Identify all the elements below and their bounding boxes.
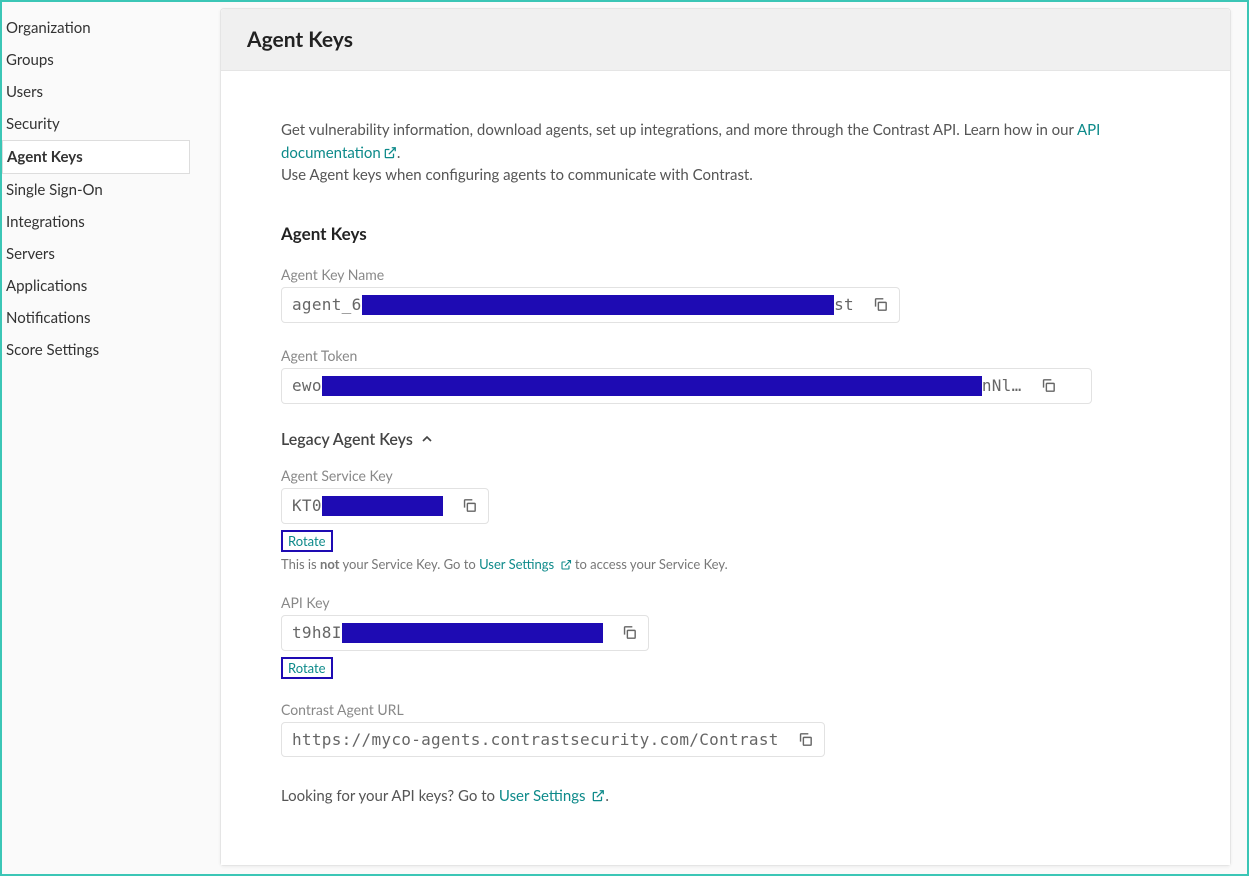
external-link-icon — [383, 146, 397, 160]
agent-token-label: Agent Token — [281, 347, 1170, 364]
copy-icon[interactable] — [621, 624, 638, 641]
user-settings-link[interactable]: User Settings — [479, 556, 571, 572]
sidebar-item-agent-keys[interactable]: Agent Keys — [2, 140, 190, 174]
external-link-icon — [591, 789, 605, 803]
rotate-service-key-button[interactable]: Rotate — [281, 530, 333, 552]
sidebar-item-notifications[interactable]: Notifications — [2, 302, 190, 334]
legacy-title: Legacy Agent Keys — [281, 430, 413, 449]
sidebar-item-integrations[interactable]: Integrations — [2, 206, 190, 238]
api-key-field: t9h8I — [281, 615, 649, 651]
intro-text: Get vulnerability information, download … — [281, 119, 1170, 187]
sidebar: Organization Groups Users Security Agent… — [2, 2, 220, 874]
sidebar-item-security[interactable]: Security — [2, 108, 190, 140]
sidebar-item-servers[interactable]: Servers — [2, 238, 190, 270]
api-key-label: API Key — [281, 594, 1170, 611]
section-heading: Agent Keys — [281, 223, 1170, 244]
chevron-up-icon — [419, 431, 435, 447]
footer-text: Looking for your API keys? Go to User Se… — [281, 787, 1170, 805]
service-key-label: Agent Service Key — [281, 467, 1170, 484]
agent-url-label: Contrast Agent URL — [281, 701, 1170, 718]
api-key-redaction — [342, 623, 603, 643]
copy-icon[interactable] — [797, 731, 814, 748]
agent-token-suffix: nNl… — [982, 376, 1022, 395]
service-key-helper: This is not your Service Key. Go to User… — [281, 556, 1170, 572]
api-key-prefix: t9h8I — [292, 623, 342, 642]
agent-token-prefix: ewo — [292, 376, 322, 395]
agent-key-name-field: agent_6 st — [281, 287, 900, 323]
rotate-api-key-button[interactable]: Rotate — [281, 657, 333, 679]
user-settings-footer-link[interactable]: User Settings — [499, 787, 606, 805]
agent-url-value: https://myco-agents.contrastsecurity.com… — [292, 730, 779, 749]
main-panel: Agent Keys Get vulnerability information… — [220, 8, 1231, 866]
panel-header: Agent Keys — [221, 9, 1230, 71]
sidebar-item-groups[interactable]: Groups — [2, 44, 190, 76]
service-key-redaction — [322, 496, 443, 516]
agent-key-name-prefix: agent_6 — [292, 295, 362, 314]
external-link-icon — [560, 559, 572, 571]
sidebar-item-organization[interactable]: Organization — [2, 12, 190, 44]
service-key-field: KT0 — [281, 488, 489, 524]
sidebar-item-sso[interactable]: Single Sign-On — [2, 174, 190, 206]
copy-icon[interactable] — [1040, 377, 1057, 394]
service-key-prefix: KT0 — [292, 496, 322, 515]
sidebar-item-applications[interactable]: Applications — [2, 270, 190, 302]
agent-token-redaction — [322, 376, 982, 396]
agent-key-name-suffix: st — [834, 295, 854, 314]
agent-url-field: https://myco-agents.contrastsecurity.com… — [281, 722, 825, 757]
agent-token-field: ewo nNl… — [281, 368, 1092, 404]
copy-icon[interactable] — [872, 296, 889, 313]
page-title: Agent Keys — [247, 27, 1204, 52]
agent-key-name-redaction — [362, 295, 835, 315]
sidebar-item-score-settings[interactable]: Score Settings — [2, 334, 190, 366]
sidebar-item-users[interactable]: Users — [2, 76, 190, 108]
agent-key-name-label: Agent Key Name — [281, 266, 1170, 283]
copy-icon[interactable] — [461, 497, 478, 514]
legacy-toggle[interactable]: Legacy Agent Keys — [281, 430, 1170, 449]
